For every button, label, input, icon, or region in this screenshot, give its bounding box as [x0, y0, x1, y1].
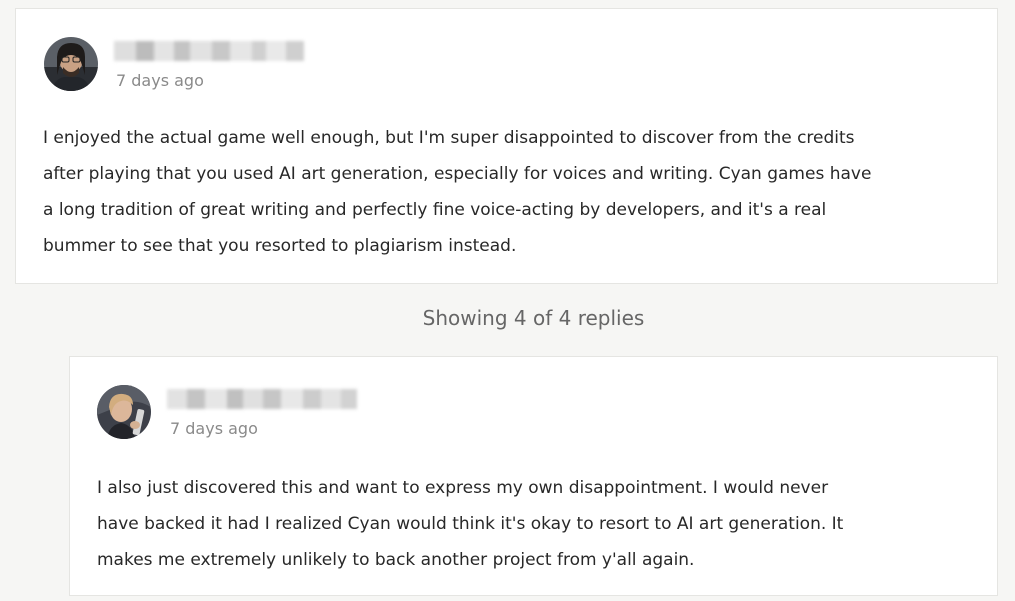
- comment-body: I enjoyed the actual game well enough, b…: [43, 128, 872, 256]
- comment-card: 7 days ago I enjoyed the actual game wel…: [15, 8, 998, 284]
- reply-avatar[interactable]: [97, 385, 151, 439]
- reply-author-name-redacted[interactable]: [167, 389, 357, 409]
- comment-timestamp: 7 days ago: [116, 71, 204, 90]
- replies-count-label: Showing 4 of 4 replies: [422, 306, 645, 330]
- commenter-name-redacted[interactable]: [114, 41, 304, 61]
- reply-card: 7 days ago I also just discovered this a…: [69, 356, 998, 596]
- reply-timestamp: 7 days ago: [170, 419, 258, 438]
- reply-body: I also just discovered this and want to …: [97, 478, 844, 570]
- commenter-avatar[interactable]: [44, 37, 98, 91]
